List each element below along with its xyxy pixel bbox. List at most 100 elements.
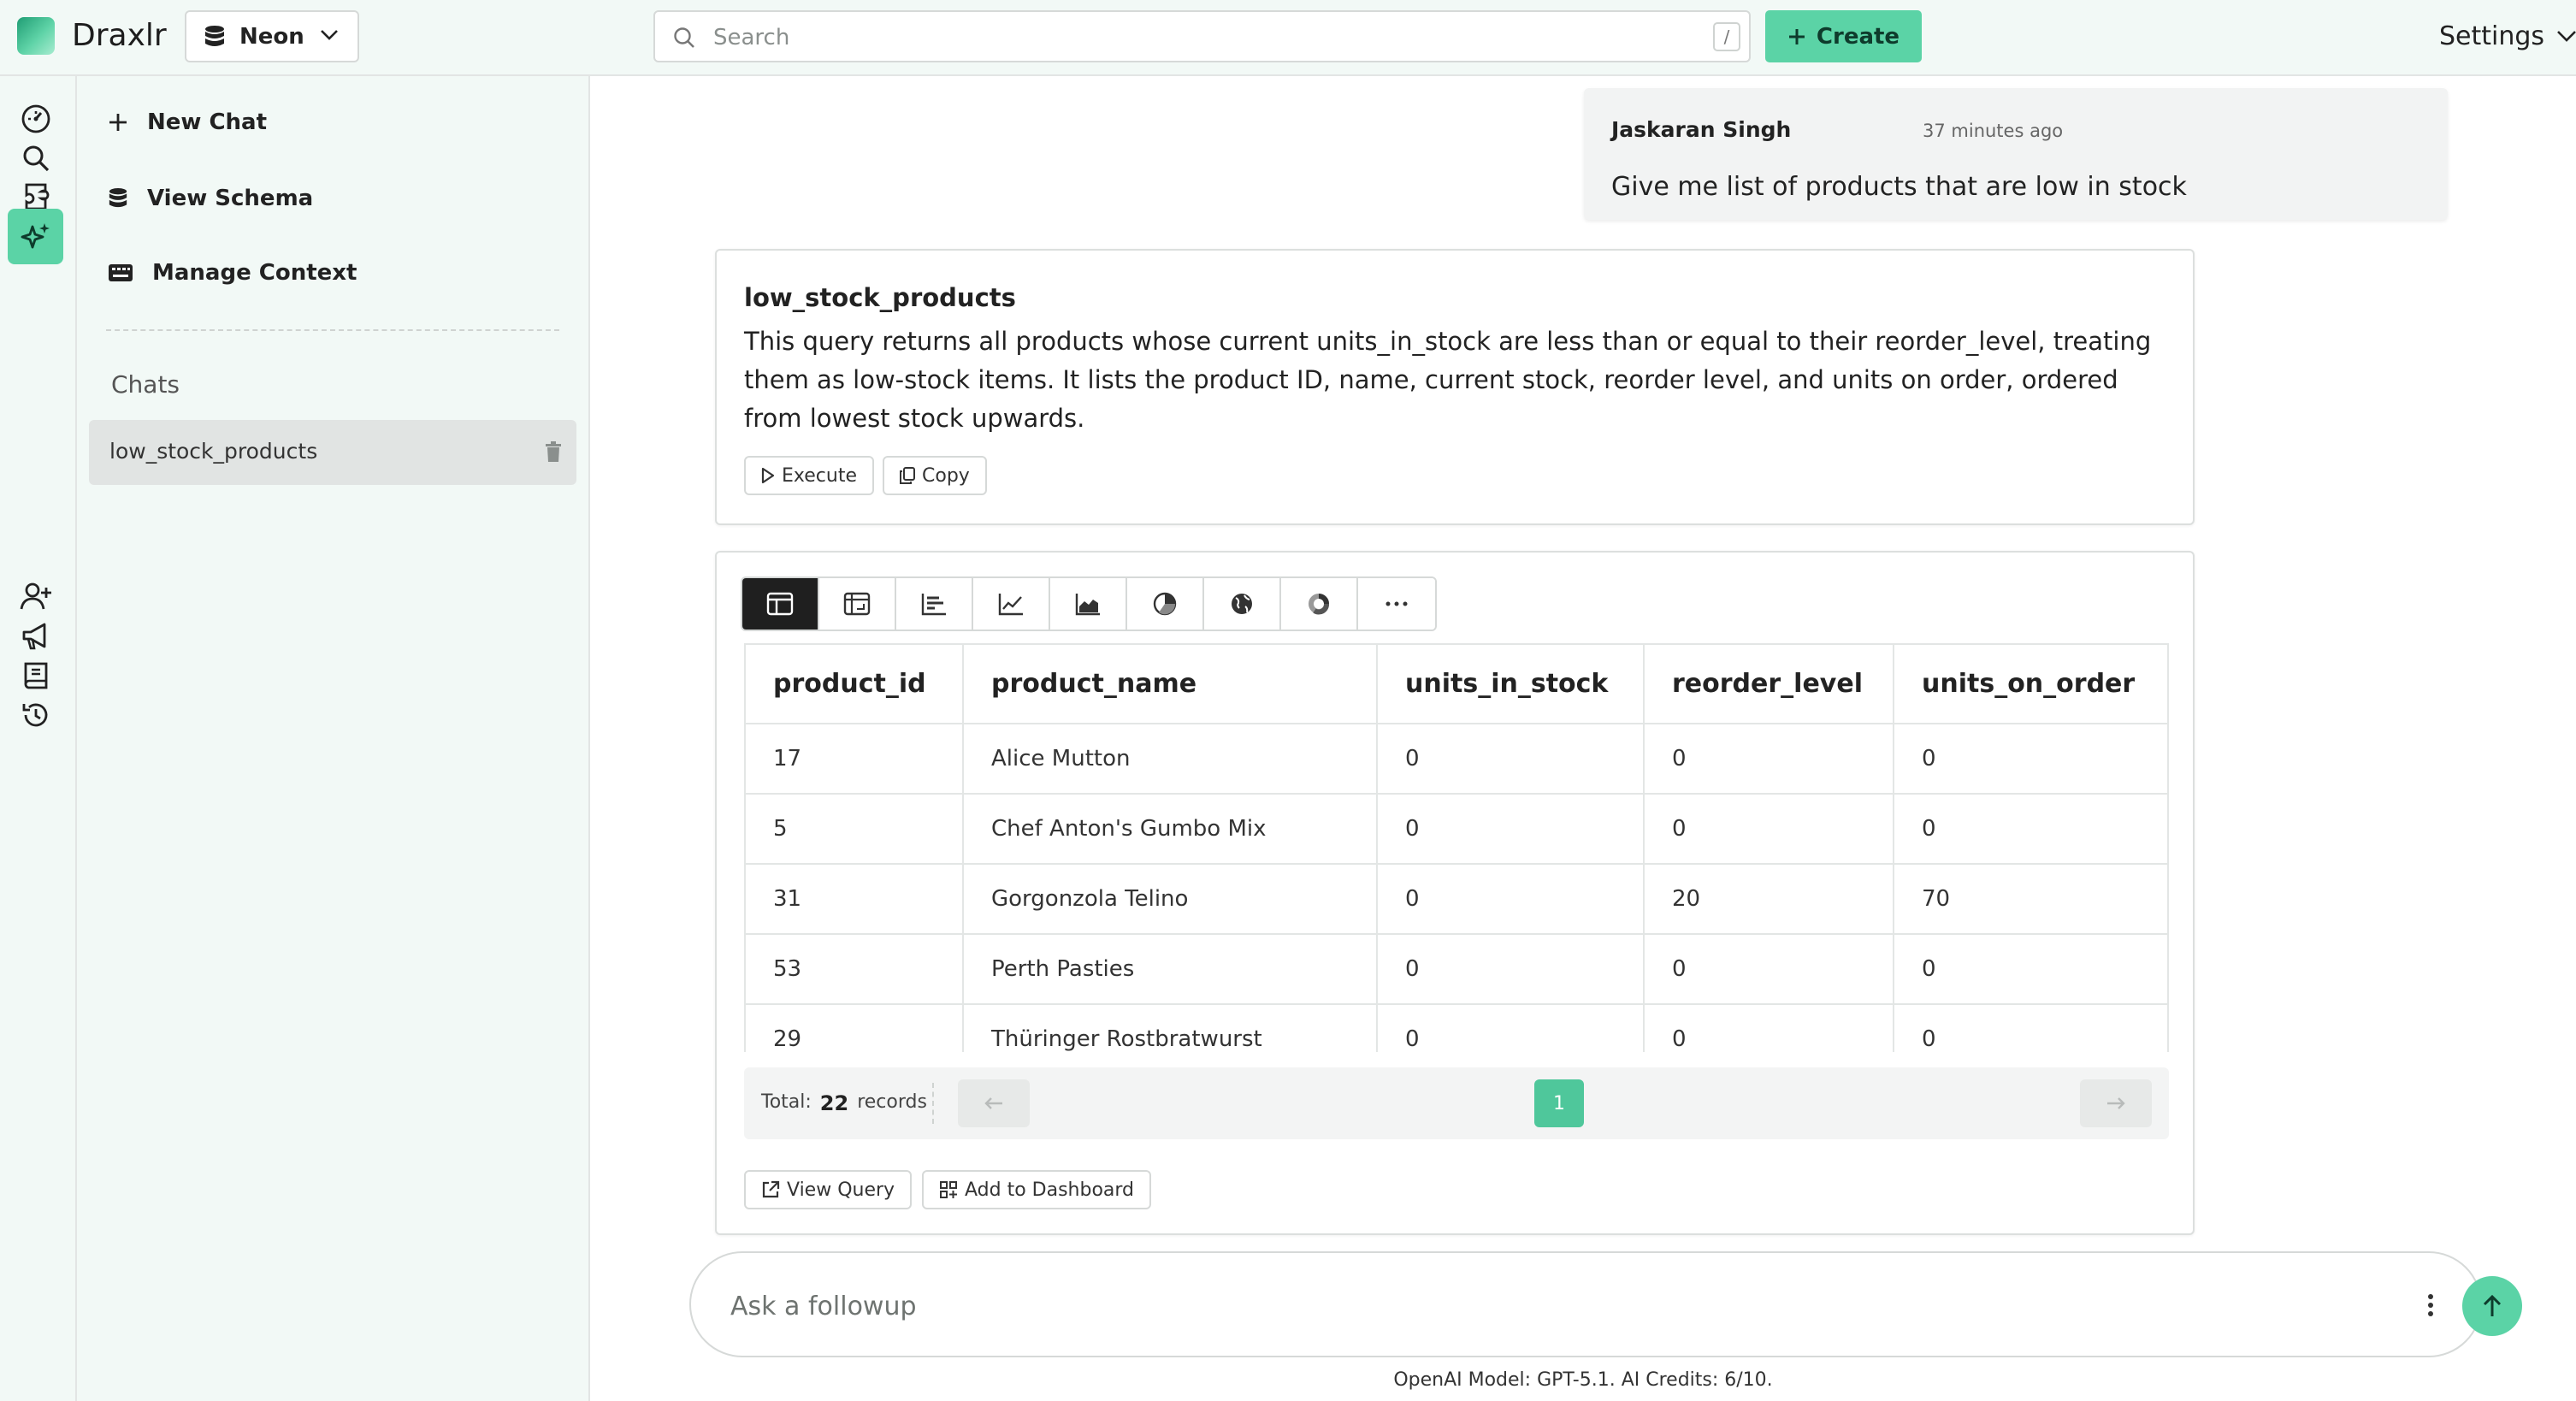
- copy-button[interactable]: Copy: [883, 456, 987, 495]
- table-cell: 20: [1644, 864, 1894, 935]
- add-to-dashboard-label: Add to Dashboard: [965, 1179, 1135, 1201]
- viz-map-button[interactable]: [1204, 578, 1281, 630]
- column-header[interactable]: product_name: [963, 645, 1378, 724]
- new-chat-button[interactable]: New Chat: [108, 101, 267, 144]
- table-cell: 0: [1894, 1004, 2167, 1052]
- chats-heading: Chats: [111, 370, 180, 399]
- total-label: Total:: [761, 1091, 812, 1113]
- message-text: Give me list of products that are low in…: [1611, 172, 2187, 202]
- database-selector[interactable]: Neon: [185, 10, 359, 62]
- app-logo[interactable]: [17, 17, 55, 55]
- line-chart-icon: [997, 592, 1025, 616]
- results-table: product_id product_name units_in_stock r…: [746, 645, 2167, 1052]
- app-name[interactable]: Draxlr: [72, 17, 167, 55]
- column-header[interactable]: product_id: [746, 645, 964, 724]
- table-cell: 0: [1377, 864, 1645, 935]
- table-cell: 0: [1644, 1004, 1894, 1052]
- settings-menu[interactable]: Settings: [2439, 17, 2576, 55]
- viz-table-button[interactable]: [742, 578, 819, 630]
- viz-more-button[interactable]: [1358, 578, 1435, 630]
- viz-donut-button[interactable]: [1281, 578, 1358, 630]
- table-cell: 0: [1644, 934, 1894, 1005]
- table-header-row: product_id product_name units_in_stock r…: [746, 645, 2167, 724]
- add-to-dashboard-button[interactable]: Add to Dashboard: [922, 1170, 1152, 1209]
- viz-pivot-button[interactable]: [819, 578, 896, 630]
- table-cell: Gorgonzola Telino: [963, 864, 1378, 935]
- viz-line-button[interactable]: [973, 578, 1050, 630]
- create-label: Create: [1816, 23, 1900, 50]
- next-page-button[interactable]: [2080, 1079, 2152, 1127]
- settings-label: Settings: [2439, 21, 2545, 51]
- table-cell: 0: [1894, 934, 2167, 1005]
- table-cell: 0: [1644, 724, 1894, 795]
- view-query-button[interactable]: View Query: [744, 1170, 913, 1209]
- viz-bar-button[interactable]: [896, 578, 973, 630]
- table-icon: [766, 592, 794, 616]
- search-icon: [672, 26, 696, 50]
- query-title: low_stock_products: [744, 283, 1016, 312]
- table-cell: 29: [746, 1004, 964, 1052]
- query-card: low_stock_products This query returns al…: [715, 249, 2195, 525]
- pagination-divider: [932, 1083, 934, 1124]
- column-header[interactable]: reorder_level: [1644, 645, 1894, 724]
- keyboard-icon: [108, 263, 133, 283]
- arrow-up-icon: [2481, 1294, 2503, 1318]
- navigation-rail: [0, 76, 77, 1401]
- table-cell: Thüringer Rostbratwurst: [963, 1004, 1378, 1052]
- followup-input[interactable]: [730, 1287, 2270, 1325]
- chat-sidebar: New Chat View Schema Manage Context Chat…: [77, 76, 590, 1401]
- chat-main: Jaskaran Singh 37 minutes ago Give me li…: [590, 76, 2576, 1401]
- history-icon[interactable]: [8, 687, 63, 742]
- play-icon: [761, 467, 775, 484]
- pagination-bar: Total: 22 records 1: [744, 1067, 2169, 1139]
- database-name: Neon: [239, 23, 304, 50]
- chat-item-label: low_stock_products: [109, 439, 318, 464]
- table-cell: Alice Mutton: [963, 724, 1378, 795]
- search-input[interactable]: [713, 21, 1654, 55]
- records-label: records: [857, 1091, 927, 1113]
- table-cell: 0: [1644, 794, 1894, 865]
- view-schema-button[interactable]: View Schema: [108, 177, 313, 220]
- table-cell: 0: [1377, 724, 1645, 795]
- previous-page-button[interactable]: [958, 1079, 1030, 1127]
- bar-chart-icon: [920, 592, 948, 616]
- table-cell: 0: [1377, 1004, 1645, 1052]
- create-button[interactable]: Create: [1765, 10, 1922, 62]
- results-table-container[interactable]: product_id product_name units_in_stock r…: [744, 643, 2169, 1052]
- chat-item-low-stock-products[interactable]: low_stock_products: [89, 420, 576, 485]
- donut-chart-icon: [1306, 591, 1332, 617]
- total-count: 22: [819, 1091, 849, 1115]
- table-cell: Chef Anton's Gumbo Mix: [963, 794, 1378, 865]
- column-header[interactable]: units_on_order: [1894, 645, 2167, 724]
- more-vertical-icon[interactable]: [2427, 1292, 2434, 1318]
- search-bar[interactable]: /: [653, 10, 1751, 62]
- pie-chart-icon: [1152, 591, 1178, 617]
- sidebar-divider: [106, 329, 559, 331]
- search-shortcut-hint: /: [1713, 22, 1740, 51]
- view-query-label: View Query: [787, 1179, 895, 1201]
- model-credits-note: OpenAI Model: GPT-5.1. AI Credits: 6/10.: [1393, 1369, 1773, 1391]
- table-cell: 0: [1894, 794, 2167, 865]
- ai-sparkles-icon[interactable]: [8, 209, 63, 264]
- message-author: Jaskaran Singh: [1611, 117, 1792, 142]
- more-horizontal-icon: [1384, 600, 1409, 607]
- page-1-button[interactable]: 1: [1534, 1079, 1584, 1127]
- table-cell: 0: [1894, 724, 2167, 795]
- manage-context-button[interactable]: Manage Context: [108, 251, 357, 294]
- table-row: 17 Alice Mutton 0 0 0: [746, 724, 2167, 795]
- query-description: This query returns all products whose cu…: [744, 327, 2152, 433]
- plus-icon: [108, 112, 128, 133]
- plus-icon: [1787, 27, 1806, 46]
- grid-icon: [939, 1180, 958, 1199]
- user-message: Jaskaran Singh 37 minutes ago Give me li…: [1584, 88, 2448, 220]
- arrow-right-icon: [2106, 1097, 2126, 1110]
- result-card: product_id product_name units_in_stock r…: [715, 551, 2195, 1235]
- viz-pie-button[interactable]: [1127, 578, 1204, 630]
- execute-button[interactable]: Execute: [744, 456, 874, 495]
- send-button[interactable]: [2462, 1276, 2522, 1336]
- column-header[interactable]: units_in_stock: [1377, 645, 1645, 724]
- viz-area-button[interactable]: [1050, 578, 1127, 630]
- arrow-left-icon: [984, 1097, 1004, 1110]
- trash-icon[interactable]: [544, 440, 563, 463]
- copy-label: Copy: [922, 464, 970, 487]
